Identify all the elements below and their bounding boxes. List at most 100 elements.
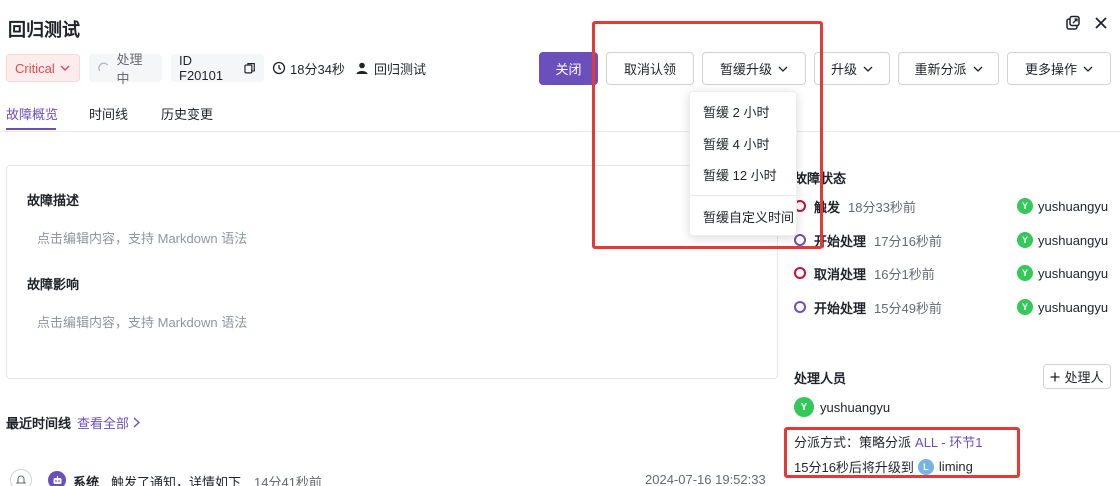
dispatch-info: 分派方式： 策略分派 ALL - 环节1 [794,432,982,451]
tabs-divider [0,131,1120,132]
dispatch-label: 分派方式： [794,435,860,450]
snooze-escalation-label: 暂缓升级 [719,62,772,77]
system-avatar [48,471,66,486]
copy-icon[interactable] [244,62,256,74]
cancel-claim-button[interactable]: 取消认领 [606,52,694,85]
view-all-link[interactable]: 查看全部 [77,413,141,432]
escalate-button[interactable]: 升级 [814,52,890,85]
handler-user-name: yushuangyu [820,399,891,415]
severity-select[interactable]: Critical [6,54,80,82]
avatar: Y [1017,232,1033,248]
status-dot [794,234,806,246]
tab-timeline[interactable]: 时间线 [89,104,128,123]
status-row: 触发 18分33秒前 [794,195,916,217]
chevron-down-icon [778,66,788,72]
status-ago: 15分49秒前 [874,300,942,316]
plus-icon [1050,372,1060,381]
reassign-button[interactable]: 重新分派 [898,52,999,85]
status-user-name: yushuangyu [1038,265,1109,281]
view-all-label: 查看全部 [77,416,130,431]
snooze-custom-item[interactable]: 暂缓自定义时间 [703,207,794,226]
dispatch-target-link[interactable]: ALL - 环节1 [915,432,982,451]
status-panel-title: 故障状态 [794,171,847,186]
status-user: Y yushuangyu [1017,229,1108,251]
overview-card [6,165,778,379]
description-editor[interactable]: 点击编辑内容，支持 Markdown 语法 [37,228,247,247]
chevron-down-icon [973,66,982,72]
snooze-12h-item[interactable]: 暂缓 12 小时 [703,165,777,184]
chevron-down-icon [1083,66,1093,72]
timeline-ago: 14分41秒前 [254,475,322,486]
status-user-name: yushuangyu [1038,299,1109,315]
status-ago: 18分33秒前 [848,199,916,215]
timeline-time: 2024-07-16 19:52:33 [645,472,766,486]
close-button[interactable]: 关闭 [539,52,598,85]
status-state: 触发 [814,199,841,215]
status-state: 开始处理 [814,300,867,316]
open-in-new-icon[interactable] [1064,14,1082,32]
status-dot [794,267,806,279]
clock-icon [272,61,286,75]
dispatch-mode: 策略分派 [859,435,912,450]
status-badge: 处理中 [89,52,162,86]
escalation-info: 15分16秒后将升级到 L liming [794,457,973,476]
status-row: 开始处理 17分16秒前 [794,229,942,251]
incident-id-label: ID F20101 [179,53,224,83]
reassign-label: 重新分派 [914,62,967,77]
status-state: 取消处理 [814,266,867,282]
status-user-name: yushuangyu [1038,198,1109,214]
description-label: 故障描述 [27,193,80,208]
status-user: Y yushuangyu [1017,262,1108,284]
handler-user: Y yushuangyu [794,397,890,417]
user-icon [356,62,368,74]
creator-label: 回归测试 [374,61,427,77]
add-handler-label: 处理人 [1064,370,1104,385]
escalation-user: liming [938,459,973,474]
timeline-actor: 系统 [73,475,100,486]
status-user: Y yushuangyu [1017,296,1108,318]
menu-divider [690,195,796,196]
status-dot [794,301,806,313]
status-ago: 16分1秒前 [874,266,935,282]
add-handler-button[interactable]: 处理人 [1043,364,1111,389]
avatar: Y [794,397,814,417]
snooze-2h-item[interactable]: 暂缓 2 小时 [703,102,769,121]
notification-icon [10,469,32,486]
timeline-text: 触发了通知，详情如下 [111,475,242,486]
page-title: 回归测试 [8,20,80,40]
severity-label: Critical [15,60,55,76]
status-state: 开始处理 [814,233,867,249]
creator: 回归测试 [355,54,426,82]
duration: 18分34秒 [272,54,345,82]
avatar: Y [1017,299,1033,315]
recent-timeline-title: 最近时间线 [6,416,72,431]
status-user: Y yushuangyu [1017,195,1108,217]
incident-id: ID F20101 [171,53,264,83]
active-tab-indicator [6,128,56,130]
loading-icon [98,62,109,72]
status-row: 开始处理 15分49秒前 [794,296,942,318]
handlers-title: 处理人员 [794,371,847,386]
more-actions-label: 更多操作 [1024,62,1077,77]
status-row: 取消处理 16分1秒前 [794,262,935,284]
snooze-menu: 暂缓 2 小时 暂缓 4 小时 暂缓 12 小时 暂缓自定义时间 [689,91,797,236]
close-icon[interactable] [1092,14,1110,32]
tab-history[interactable]: 历史变更 [161,104,213,123]
avatar: Y [1017,265,1033,281]
snooze-escalation-button[interactable]: 暂缓升级 [702,52,806,85]
status-ago: 17分16秒前 [874,233,942,249]
tab-overview[interactable]: 故障概览 [6,104,58,123]
more-actions-button[interactable]: 更多操作 [1007,52,1111,85]
chevron-down-icon [863,66,873,72]
escalation-text: 15分16秒后将升级到 [794,460,914,475]
chevron-down-icon [60,65,70,71]
snooze-4h-item[interactable]: 暂缓 4 小时 [703,134,769,153]
status-user-name: yushuangyu [1038,232,1109,248]
avatar: Y [1017,198,1033,214]
escalate-label: 升级 [830,62,857,77]
impact-label: 故障影响 [27,277,80,292]
duration-label: 18分34秒 [290,61,345,77]
status-label: 处理中 [116,52,143,86]
impact-editor[interactable]: 点击编辑内容，支持 Markdown 语法 [37,312,247,331]
avatar: L [917,458,934,475]
